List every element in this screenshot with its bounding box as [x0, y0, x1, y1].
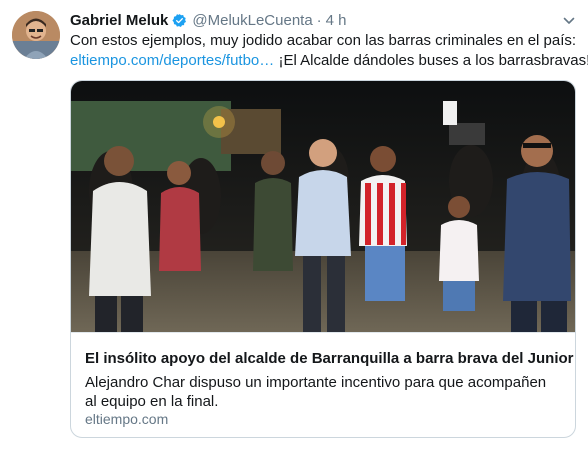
tweet-link[interactable]: eltiempo.com/deportes/futbo…	[70, 52, 274, 69]
author-handle[interactable]: @MelukLeCuenta	[192, 12, 312, 29]
card-body: El insólito apoyo del alcalde de Barranq…	[71, 332, 575, 437]
separator-dot: ·	[316, 11, 322, 29]
chevron-down-icon[interactable]	[562, 14, 576, 28]
tweet-text: Con estos ejemplos, muy jodido acabar co…	[70, 31, 588, 71]
tweet-text-line-2: eltiempo.com/deportes/futbo… ¡El Alcalde…	[70, 51, 588, 71]
card-photo	[71, 81, 575, 332]
tweet-text-line-2-rest: ¡El Alcalde dándoles buses a los barrasb…	[274, 52, 588, 69]
tweet-text-line-1: Con estos ejemplos, muy jodido acabar co…	[70, 32, 577, 49]
tweet-timestamp[interactable]: 4 h	[326, 12, 347, 29]
author-name[interactable]: Gabriel Meluk	[70, 12, 168, 29]
verified-badge-icon	[172, 13, 187, 28]
card-domain: eltiempo.com	[85, 411, 169, 427]
card-description: Alejandro Char dispuso un importante inc…	[85, 374, 547, 410]
author-avatar[interactable]	[12, 11, 60, 59]
link-preview-card[interactable]: El insólito apoyo del alcalde de Barranq…	[70, 80, 576, 438]
tweet-header: Gabriel Meluk @MelukLeCuenta · 4 h	[70, 10, 347, 30]
card-title[interactable]: El insólito apoyo del alcalde de Barranq…	[85, 350, 573, 367]
